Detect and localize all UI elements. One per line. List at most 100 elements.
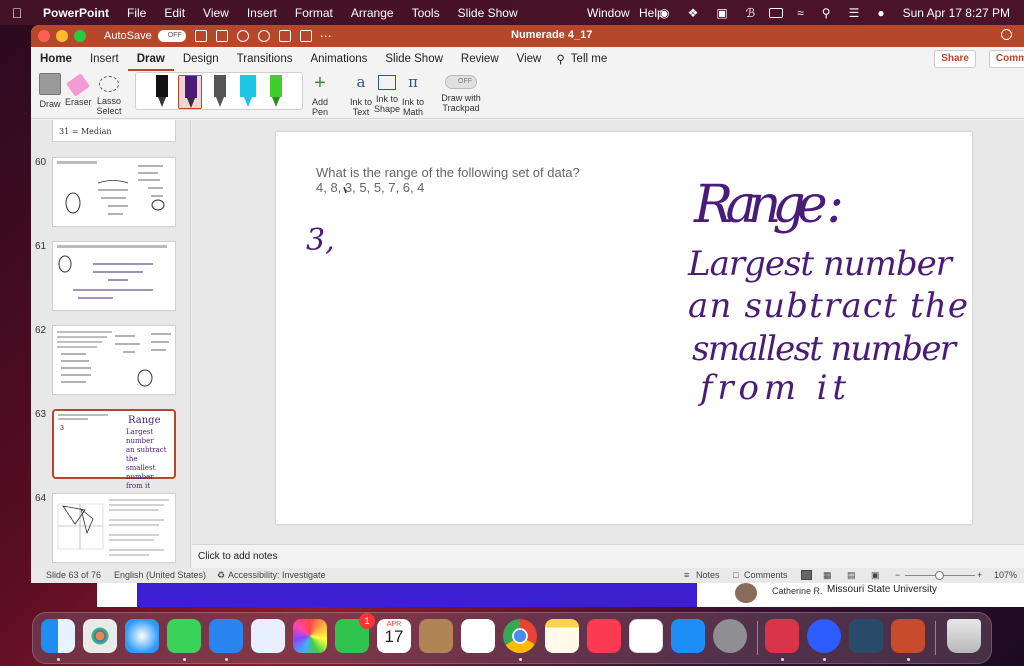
system-preferences-icon[interactable]: [713, 619, 747, 653]
share-button[interactable]: Share: [934, 50, 976, 68]
comments-toggle-button[interactable]: Comments: [744, 570, 788, 580]
ink-line-1[interactable]: Largest number: [687, 244, 954, 284]
lasso-select-button[interactable]: Lasso Select: [95, 71, 123, 116]
news-icon[interactable]: [629, 619, 663, 653]
slide-thumbnail-60[interactable]: [52, 157, 176, 227]
notes-toggle-button[interactable]: Notes: [696, 570, 720, 580]
redo-icon[interactable]: [257, 30, 270, 42]
safari-icon[interactable]: [125, 619, 159, 653]
ink-line-2[interactable]: an subtract the: [688, 286, 968, 326]
edit-icon[interactable]: [278, 30, 291, 42]
powerpoint-icon[interactable]: [891, 619, 925, 653]
menu-edit[interactable]: Edit: [155, 6, 194, 20]
zoom-out-icon[interactable]: −: [895, 570, 900, 580]
tab-transitions[interactable]: Transitions: [228, 47, 302, 71]
highlighter-green[interactable]: [264, 75, 288, 109]
maps-icon[interactable]: [251, 619, 285, 653]
battery-icon[interactable]: [769, 7, 784, 18]
search-icon[interactable]: [1001, 29, 1012, 40]
tell-me-search[interactable]: Tell me: [565, 53, 607, 65]
slide-thumbnail-59[interactable]: 31 = Median: [52, 120, 176, 142]
zoom-in-icon[interactable]: +: [977, 570, 982, 580]
app-store-icon[interactable]: [671, 619, 705, 653]
pen-gray[interactable]: [208, 75, 232, 109]
slide-thumbnail-64[interactable]: [52, 493, 176, 563]
slide-canvas[interactable]: What is the range of the following set o…: [192, 120, 1024, 563]
ink-answer[interactable]: 3,: [306, 223, 335, 258]
menu-app-name[interactable]: PowerPoint: [34, 6, 118, 20]
notes-app-icon[interactable]: [545, 619, 579, 653]
control-center-icon[interactable]: ☰: [845, 6, 864, 20]
menu-view[interactable]: View: [194, 6, 238, 20]
mail-icon[interactable]: [209, 619, 243, 653]
highlighter-cyan[interactable]: [236, 75, 260, 109]
slide-thumbnail-61[interactable]: [52, 241, 176, 311]
menu-format[interactable]: Format: [286, 6, 342, 20]
messages-icon[interactable]: [167, 619, 201, 653]
chrome-icon[interactable]: [503, 619, 537, 653]
trackpad-toggle[interactable]: OFF: [445, 75, 477, 89]
minimize-window-button[interactable]: [56, 30, 68, 42]
launchpad-icon[interactable]: [83, 619, 117, 653]
ink-line-3[interactable]: smallest number: [692, 329, 958, 369]
finder-icon[interactable]: [41, 619, 75, 653]
accessibility-status[interactable]: Accessibility: Investigate: [228, 570, 326, 580]
ink-heading[interactable]: Range :: [693, 175, 844, 235]
pen-black[interactable]: [150, 75, 174, 109]
tab-draw[interactable]: Draw: [127, 47, 174, 71]
menu-insert[interactable]: Insert: [238, 6, 286, 20]
dropbox-icon[interactable]: ❖: [684, 6, 703, 20]
photos-icon[interactable]: [293, 619, 327, 653]
comments-button[interactable]: Comm: [988, 50, 1024, 68]
menu-tools[interactable]: Tools: [403, 6, 449, 20]
menu-arrange[interactable]: Arrange: [342, 6, 403, 20]
menu-slide-show[interactable]: Slide Show: [449, 6, 527, 20]
clock[interactable]: Sun Apr 17 8:27 PM: [899, 6, 1014, 20]
tab-review[interactable]: Review: [452, 47, 508, 71]
add-pen-button[interactable]: + Add Pen: [303, 71, 337, 117]
siri-icon[interactable]: ●: [873, 6, 888, 20]
close-window-button[interactable]: [38, 30, 50, 42]
home-icon[interactable]: [194, 30, 207, 42]
wifi-icon[interactable]: ≈: [793, 6, 808, 20]
ink-to-text-button[interactable]: a Ink to Text: [347, 71, 375, 117]
zoom-window-button[interactable]: [74, 30, 86, 42]
slide-thumbnail-63-selected[interactable]: 3 Range Largest number an subtract the s…: [52, 409, 176, 490]
normal-view-icon[interactable]: [801, 570, 812, 580]
record-icon[interactable]: ◉: [655, 6, 673, 20]
zoom-slider-knob[interactable]: [935, 571, 944, 580]
save-icon[interactable]: [215, 30, 228, 42]
pen-purple-selected[interactable]: [178, 75, 202, 109]
draw-tool-button[interactable]: Draw: [37, 71, 63, 109]
tab-slide-show[interactable]: Slide Show: [376, 47, 452, 71]
zoom-level[interactable]: 107%: [994, 570, 1017, 580]
ink-layer[interactable]: 3, Range : Largest number an subtract th…: [276, 132, 972, 524]
display-icon[interactable]: ▣: [712, 6, 731, 20]
tab-design[interactable]: Design: [174, 47, 228, 71]
current-slide[interactable]: What is the range of the following set o…: [276, 132, 972, 524]
slideshow-view-icon[interactable]: ▣: [871, 570, 880, 581]
reminders-icon[interactable]: [461, 619, 495, 653]
present-icon[interactable]: [299, 30, 312, 42]
draw-with-trackpad-button[interactable]: OFF Draw with Trackpad: [437, 71, 485, 113]
numerade-icon[interactable]: [807, 619, 841, 653]
notes-pane[interactable]: Click to add notes: [192, 544, 1024, 568]
tab-insert[interactable]: Insert: [81, 47, 128, 71]
email-app-icon[interactable]: [765, 619, 799, 653]
bluetooth-icon[interactable]: ℬ: [742, 6, 759, 20]
ink-to-math-button[interactable]: π Ink to Math: [399, 71, 427, 117]
autosave-toggle[interactable]: OFF: [157, 30, 186, 42]
tab-view[interactable]: View: [508, 47, 551, 71]
tab-home[interactable]: Home: [31, 47, 81, 71]
contacts-icon[interactable]: [419, 619, 453, 653]
trash-icon[interactable]: [947, 619, 981, 653]
more-icon[interactable]: ⋯: [320, 29, 332, 43]
quicktime-icon[interactable]: [849, 619, 883, 653]
calendar-icon[interactable]: APR 17: [377, 619, 411, 653]
slide-sorter-icon[interactable]: ▦: [823, 570, 832, 581]
ink-dataset-mark[interactable]: [343, 186, 347, 194]
language-status[interactable]: English (United States): [114, 570, 206, 580]
eraser-button[interactable]: Eraser: [65, 71, 92, 107]
ink-to-shape-button[interactable]: Ink to Shape: [373, 71, 401, 114]
ink-line-4[interactable]: from it: [697, 368, 846, 408]
